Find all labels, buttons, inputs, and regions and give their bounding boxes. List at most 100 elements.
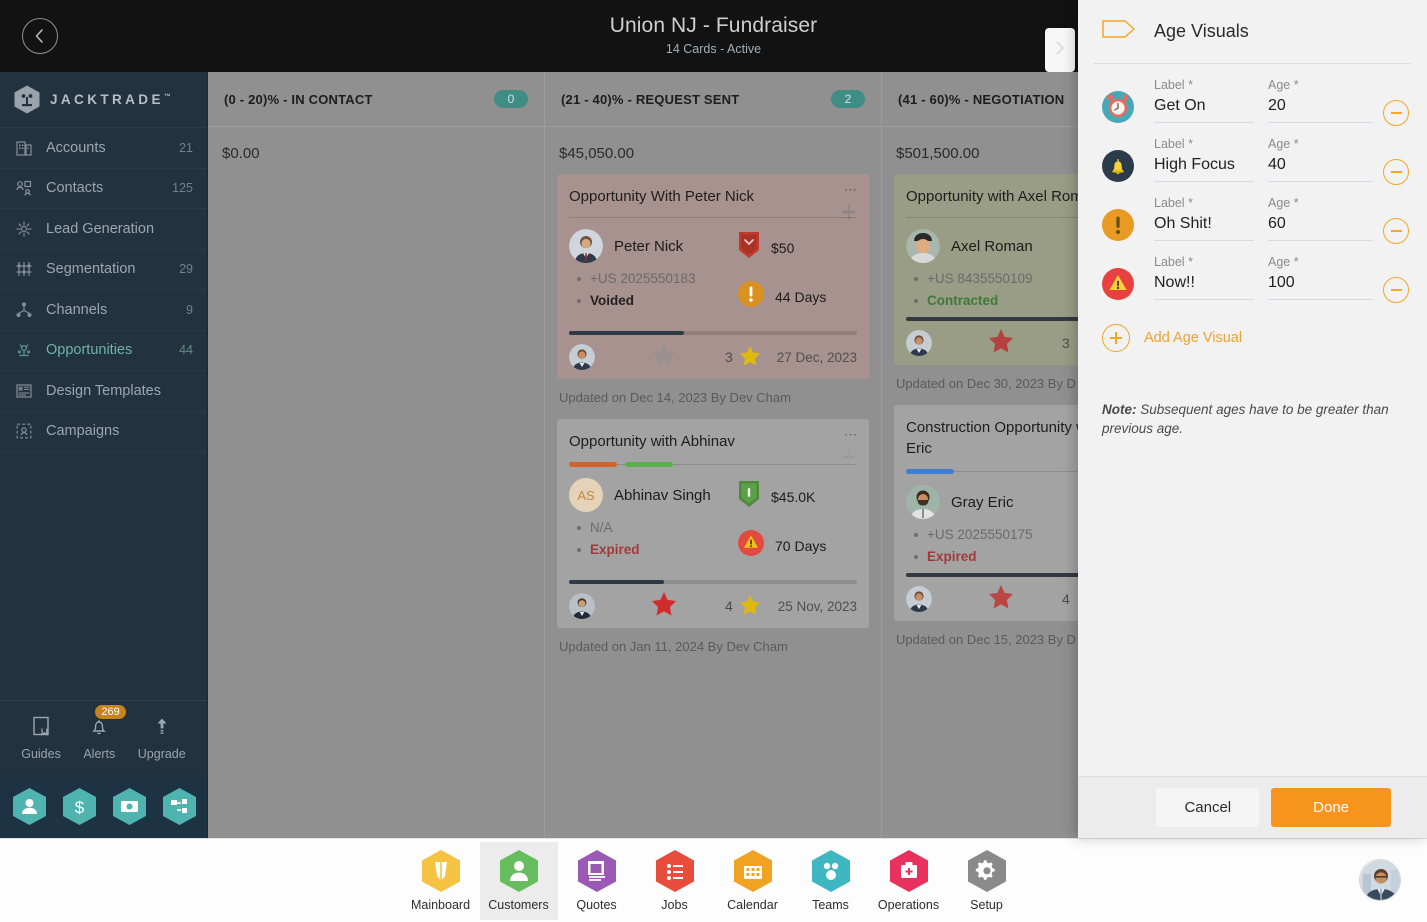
age-visual-label-input[interactable] bbox=[1154, 154, 1254, 182]
cancel-button[interactable]: Cancel bbox=[1156, 788, 1260, 827]
kanban-column: (21 - 40)% - REQUEST SENT 2 $45,050.00 ⋯… bbox=[545, 72, 882, 838]
opportunity-card[interactable]: ⋯ Opportunity With Peter Nick Peter Nick… bbox=[557, 174, 869, 379]
bullet-icon bbox=[577, 276, 581, 281]
payment-hex-icon[interactable] bbox=[112, 787, 147, 826]
alerts-badge: 269 bbox=[95, 705, 126, 719]
minus-circle-icon[interactable] bbox=[1383, 277, 1409, 303]
card-days-row: 70 Days bbox=[737, 529, 857, 562]
card-progress bbox=[569, 580, 857, 584]
person-hex-icon[interactable] bbox=[12, 787, 47, 826]
alerts-button[interactable]: 269 Alerts bbox=[83, 705, 126, 761]
bottom-nav-calendar[interactable]: Calendar bbox=[714, 842, 792, 920]
bullet-icon bbox=[914, 554, 918, 559]
age-visual-age-input[interactable] bbox=[1268, 213, 1373, 241]
card-title: Opportunity With Peter Nick bbox=[569, 188, 755, 205]
sidebar-item-label: Accounts bbox=[46, 139, 106, 156]
card-amount: $45.0K bbox=[771, 488, 816, 505]
card-days: 44 Days bbox=[775, 288, 827, 305]
card-phone-line: N/A bbox=[577, 520, 737, 535]
bottom-nav-jobs[interactable]: Jobs bbox=[636, 842, 714, 920]
tag-segment bbox=[625, 462, 673, 467]
card-amount: $50 bbox=[771, 239, 795, 256]
svg-text:$: $ bbox=[75, 798, 85, 817]
column-count-badge: 0 bbox=[494, 90, 528, 108]
bottom-nav-operations[interactable]: Operations bbox=[870, 842, 948, 920]
assignee-avatar bbox=[906, 330, 932, 356]
sidebar-item-contacts[interactable]: Contacts 125 bbox=[0, 169, 207, 209]
card-days: 70 Days bbox=[775, 537, 827, 554]
sidebar-item-design-templates[interactable]: Design Templates bbox=[0, 371, 207, 412]
bottom-nav-label: Quotes bbox=[576, 898, 617, 912]
priority-star-icon[interactable] bbox=[651, 591, 677, 621]
add-age-visual-label: Add Age Visual bbox=[1144, 330, 1243, 346]
avatar bbox=[569, 229, 603, 263]
next-board-button[interactable] bbox=[1045, 28, 1075, 72]
brand-logo[interactable]: JACKTRADE™ bbox=[0, 72, 207, 128]
board-subtitle: 14 Cards - Active bbox=[665, 42, 762, 56]
card-move-icon[interactable] bbox=[839, 202, 859, 227]
bottom-nav-mainboard[interactable]: Mainboard bbox=[402, 842, 480, 920]
age-visual-label-input[interactable] bbox=[1154, 213, 1254, 241]
age-caption: Age * bbox=[1268, 196, 1299, 210]
bottom-nav-setup[interactable]: Setup bbox=[948, 842, 1026, 920]
user-avatar[interactable] bbox=[1359, 859, 1401, 901]
sidebar-item-accounts[interactable]: Accounts 21 bbox=[0, 128, 207, 169]
tag-segment bbox=[569, 462, 617, 467]
card-menu-icon[interactable]: ⋯ bbox=[844, 427, 858, 443]
rating-star-icon bbox=[739, 594, 761, 618]
bottom-nav-customers[interactable]: Customers bbox=[479, 841, 558, 920]
workflow-hex-icon[interactable] bbox=[162, 787, 197, 826]
dollar-hex-icon[interactable]: $ bbox=[62, 787, 97, 826]
opportunity-card[interactable]: ⋯ Opportunity with Abhinav AS Abhinav Si… bbox=[557, 419, 869, 628]
card-move-icon[interactable] bbox=[839, 447, 859, 472]
age-visual-age-input[interactable] bbox=[1268, 272, 1373, 300]
minus-circle-icon[interactable] bbox=[1383, 159, 1409, 185]
tool-label: Guides bbox=[21, 747, 61, 761]
age-visual-row: Label * Age * bbox=[1078, 196, 1427, 244]
sidebar-item-lead-generation[interactable]: Lead Generation bbox=[0, 209, 207, 250]
priority-star-icon[interactable] bbox=[988, 328, 1014, 358]
upgrade-button[interactable]: Upgrade bbox=[138, 714, 186, 761]
card-person: AS Abhinav Singh bbox=[569, 478, 737, 512]
age-visual-label-input[interactable] bbox=[1154, 95, 1254, 123]
minus-circle-icon[interactable] bbox=[1383, 218, 1409, 244]
panel-body: Label * Age * Label * bbox=[1078, 64, 1427, 776]
card-status: Expired bbox=[927, 549, 977, 564]
label-field-group: Label * bbox=[1154, 137, 1254, 182]
sidebar-item-label: Contacts bbox=[46, 180, 104, 197]
bottom-nav-teams[interactable]: Teams bbox=[792, 842, 870, 920]
card-progress bbox=[569, 331, 857, 335]
bottom-nav-quotes[interactable]: Quotes bbox=[558, 842, 636, 920]
minus-circle-icon[interactable] bbox=[1383, 100, 1409, 126]
priority-star-icon[interactable] bbox=[651, 342, 677, 372]
card-meta: +US 2025550175 Expired bbox=[914, 527, 1074, 564]
sidebar-item-campaigns[interactable]: Campaigns bbox=[0, 412, 207, 452]
board-title-block: Union NJ - Fundraiser 14 Cards - Active bbox=[610, 14, 818, 56]
age-visual-age-input[interactable] bbox=[1268, 154, 1373, 182]
card-date: 25 Nov, 2023 bbox=[777, 598, 857, 614]
bullet-icon bbox=[577, 525, 581, 530]
age-visual-row: Label * Age * bbox=[1078, 78, 1427, 126]
rating-value: 4 bbox=[1062, 591, 1070, 607]
guides-button[interactable]: Guides bbox=[21, 714, 61, 761]
sidebar-nav: Accounts 21 Contacts 125 Lead Generation… bbox=[0, 128, 207, 452]
warn-triangle-icon bbox=[1102, 268, 1134, 300]
done-button[interactable]: Done bbox=[1271, 788, 1391, 827]
teams-icon bbox=[811, 849, 851, 893]
bottom-nav-label: Mainboard bbox=[410, 898, 471, 912]
age-visual-age-input[interactable] bbox=[1268, 95, 1373, 123]
sidebar-item-label: Lead Generation bbox=[46, 220, 155, 237]
sidebar-item-count: 44 bbox=[179, 343, 193, 358]
card-primary-info: Gray Eric +US 2025550175 Expired bbox=[906, 485, 1074, 571]
age-visual-label-input[interactable] bbox=[1154, 272, 1254, 300]
sidebar-item-segmentation[interactable]: Segmentation 29 bbox=[0, 250, 207, 290]
sidebar-item-opportunities[interactable]: Opportunities 44 bbox=[0, 331, 207, 371]
back-button[interactable] bbox=[22, 18, 58, 54]
card-menu-icon[interactable]: ⋯ bbox=[844, 182, 858, 198]
card-phone: +US 2025550183 bbox=[590, 271, 696, 286]
add-age-visual-button[interactable]: Add Age Visual bbox=[1078, 314, 1427, 352]
bullet-icon bbox=[577, 547, 581, 552]
priority-star-icon[interactable] bbox=[988, 584, 1014, 614]
sidebar-item-label: Segmentation bbox=[46, 261, 136, 278]
sidebar-item-channels[interactable]: Channels 9 bbox=[0, 290, 207, 331]
